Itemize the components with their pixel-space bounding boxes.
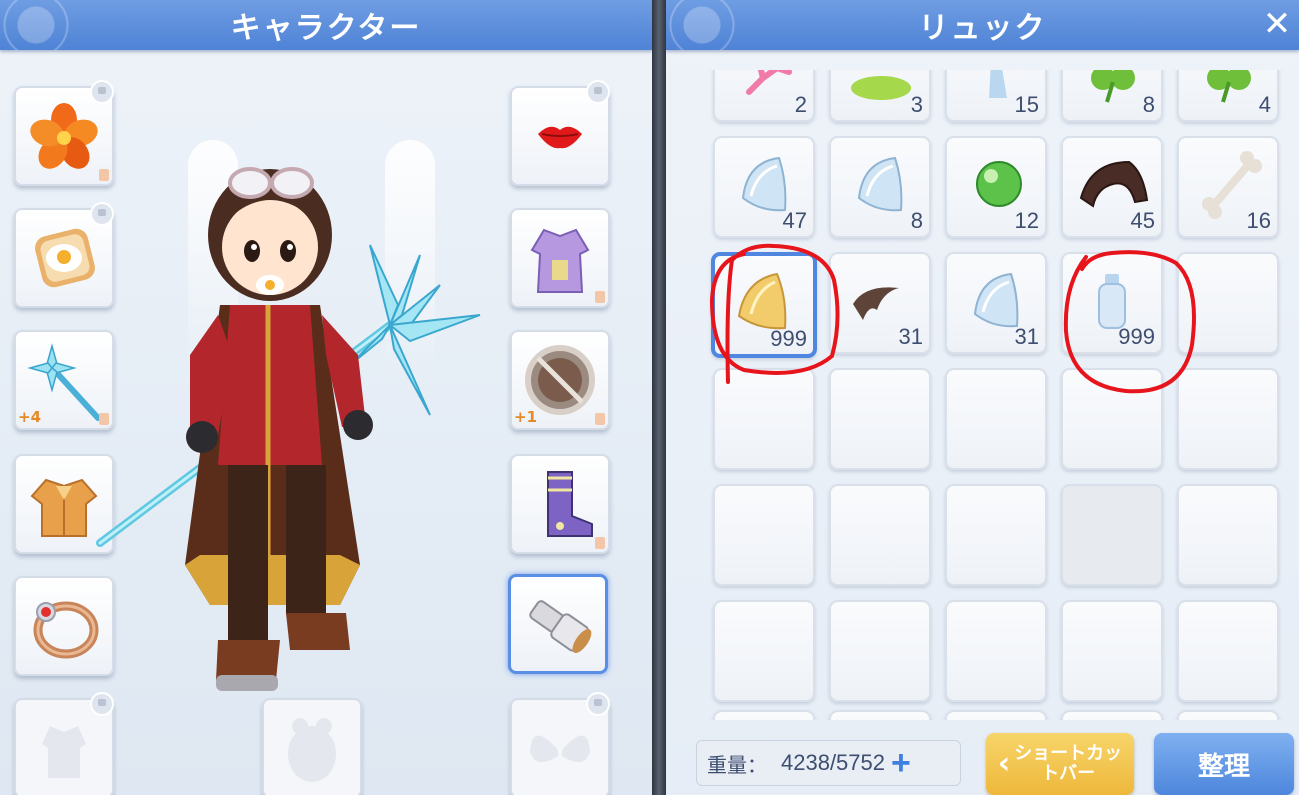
bag-panel: リュック ✕ 2 3 15 8 4 47 8 12 45 16 999 31 3…: [666, 0, 1299, 795]
lock-icon: [586, 80, 610, 104]
bag-cell-empty[interactable]: [1177, 484, 1279, 586]
boots-icon: [547, 471, 593, 537]
close-icon[interactable]: ✕: [1261, 5, 1295, 43]
bag-cell[interactable]: 999: [1061, 252, 1163, 354]
equip-slot-back[interactable]: [510, 692, 610, 795]
bag-cell[interactable]: 8: [829, 136, 931, 238]
item-quantity: 31: [1014, 324, 1039, 349]
spyglass-icon: [529, 600, 592, 654]
item-quantity: 3: [910, 92, 923, 117]
bag-cell[interactable]: 16: [1177, 136, 1279, 238]
equip-slot-accessory-right[interactable]: [508, 574, 608, 674]
item-quantity: 8: [1142, 92, 1155, 117]
bag-cell[interactable]: 45: [1061, 136, 1163, 238]
refine-level: +1: [514, 408, 538, 426]
character-avatar: [96, 167, 481, 691]
bag-cell[interactable]: 12: [945, 136, 1047, 238]
bag-cell-empty[interactable]: [713, 484, 815, 586]
item-quantity: 2: [794, 92, 807, 117]
lock-icon: [90, 80, 114, 104]
refine-level: +4: [18, 408, 42, 426]
bag-cell[interactable]: 15: [945, 70, 1047, 122]
robe-icon: [530, 228, 590, 293]
equip-slot-shield[interactable]: +1: [510, 330, 610, 430]
sort-button[interactable]: 整理: [1154, 733, 1294, 795]
item-quantity: 15: [1014, 92, 1039, 117]
clover-icon: [1207, 70, 1251, 103]
bag-cell-empty[interactable]: [945, 484, 1047, 586]
bag-header: リュック ✕: [666, 0, 1299, 50]
bag-cell-empty[interactable]: [829, 368, 931, 470]
slot-tag: [595, 413, 605, 425]
shortcut-label-line2: トバー: [1041, 763, 1096, 784]
bag-grid[interactable]: 2 3 15 8 4 47 8 12 45 16 999 31 31 999: [666, 70, 1299, 720]
bag-cell[interactable]: 3: [829, 70, 931, 122]
bag-cell-empty[interactable]: [1177, 710, 1279, 720]
bag-cell-empty[interactable]: [829, 600, 931, 702]
equip-slot-pet[interactable]: [262, 698, 362, 795]
bag-cell-empty[interactable]: [945, 368, 1047, 470]
bag-cell-empty[interactable]: [1061, 600, 1163, 702]
bag-cell-empty[interactable]: [1061, 484, 1163, 586]
bag-cell[interactable]: 8: [1061, 70, 1163, 122]
item-quantity: 12: [1014, 208, 1039, 233]
bag-cell[interactable]: 31: [945, 252, 1047, 354]
equip-slot-mouth[interactable]: [510, 80, 610, 186]
equip-slot-boots[interactable]: [510, 454, 610, 554]
slot-tag: [595, 537, 605, 549]
equip-slot-costume[interactable]: [510, 208, 610, 308]
item-quantity: 45: [1130, 208, 1155, 233]
weight-display: 重量： 4238/5752 +: [696, 740, 961, 786]
bag-cell-empty[interactable]: [945, 600, 1047, 702]
green-slime-icon: [851, 76, 911, 100]
bag-cell-empty[interactable]: [1177, 368, 1279, 470]
bag-cell-empty[interactable]: [829, 484, 931, 586]
bag-cell-empty[interactable]: [1177, 252, 1279, 354]
bag-cell-empty[interactable]: [1061, 368, 1163, 470]
item-quantity: 31: [898, 324, 923, 349]
header-ornament: [0, 0, 120, 50]
bag-cell-empty[interactable]: [713, 368, 815, 470]
expand-weight-button[interactable]: +: [891, 746, 911, 780]
chevron-left-icon: ‹: [997, 746, 1011, 781]
item-quantity: 999: [1118, 324, 1155, 349]
bag-cell[interactable]: 47: [713, 136, 815, 238]
bag-cell-empty[interactable]: [1061, 710, 1163, 720]
coral-icon: [746, 70, 792, 95]
clover-icon: [1091, 70, 1135, 103]
wings-icon: [530, 735, 590, 763]
bag-cell[interactable]: 2: [713, 70, 815, 122]
panel-divider: [652, 0, 666, 795]
item-quantity: 47: [782, 208, 807, 233]
weight-label: 重量：: [707, 754, 767, 777]
item-quantity: 8: [910, 208, 923, 233]
character-panel: キャラクター +4 +1: [0, 0, 652, 795]
shortcut-label-line1: ショートカッ: [1014, 743, 1123, 764]
item-quantity: 4: [1258, 92, 1271, 117]
bag-cell-selected[interactable]: 999: [711, 252, 817, 358]
shortcut-bar-label: ショートカッ トバー: [1014, 744, 1122, 784]
item-quantity: 16: [1246, 208, 1271, 233]
header-ornament: [666, 0, 786, 50]
empty-pet-icon: [288, 718, 336, 782]
blue-shell-icon: [857, 156, 903, 212]
bag-cell[interactable]: 4: [1177, 70, 1279, 122]
item-quantity: 999: [770, 326, 807, 351]
bag-cell-empty[interactable]: [713, 600, 815, 702]
shortcut-bar-button[interactable]: ‹ ショートカッ トバー: [986, 733, 1134, 795]
slot-tag: [595, 291, 605, 303]
bag-cell[interactable]: 31: [829, 252, 931, 354]
bag-title: リュック: [918, 11, 1047, 46]
character-title: キャラクター: [230, 11, 422, 46]
weight-value: 4238/5752: [781, 750, 885, 775]
character-header: キャラクター: [0, 0, 652, 50]
bag-cell-empty[interactable]: [945, 710, 1047, 720]
bag-cell-empty[interactable]: [1177, 600, 1279, 702]
bag-cell-empty[interactable]: [713, 710, 815, 720]
bag-cell-empty[interactable]: [829, 710, 931, 720]
